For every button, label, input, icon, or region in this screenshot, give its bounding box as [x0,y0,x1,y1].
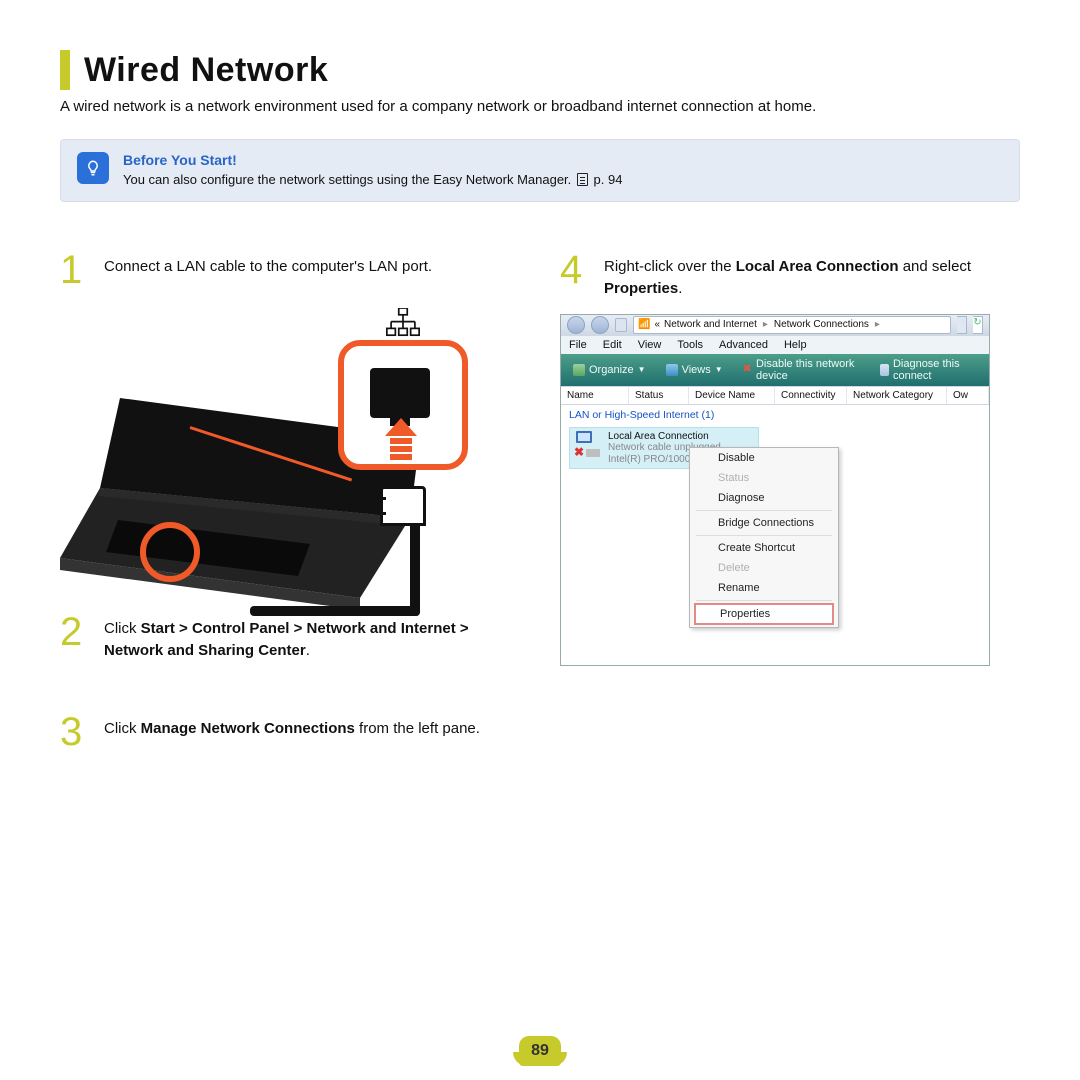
column-headers: Name Status Device Name Connectivity Net… [561,386,989,405]
step-3: 3 Click Manage Network Connections from … [60,718,520,752]
col-owner[interactable]: Ow [947,387,989,404]
menu-bar: File Edit View Tools Advanced Help [561,335,989,354]
toolbar-views[interactable]: Views▼ [660,363,729,377]
step-1: 1 Connect a LAN cable to the computer's … [60,256,520,290]
info-callout: Before You Start! You can also configure… [60,139,1020,202]
nav-history-dropdown[interactable] [615,318,627,332]
step-text: Click Manage Network Connections from th… [104,718,480,752]
step-number: 2 [60,612,90,662]
ctx-status: Status [690,468,838,488]
network-connections-window: 📶 « Network and Internet▸ Network Connec… [560,314,990,666]
group-header: LAN or High-Speed Internet (1) [569,409,981,421]
rj45-plug-icon [380,486,430,542]
col-name[interactable]: Name [561,387,629,404]
step-number: 1 [60,250,90,290]
toolbar-disable-device[interactable]: Disable this network device [737,357,866,383]
ctx-delete: Delete [690,558,838,578]
window-nav-bar: 📶 « Network and Internet▸ Network Connec… [561,315,989,335]
connection-name: Local Area Connection [608,431,721,443]
page-title: Wired Network [84,51,328,90]
arrow-up-icon [390,418,412,460]
ctx-properties[interactable]: Properties [694,603,834,625]
organize-icon [573,364,585,376]
connection-icon: ✖ [574,431,602,457]
refresh-button[interactable]: ↻ [973,316,983,334]
toolbar-diagnose[interactable]: Diagnose this connect [874,357,983,383]
lightbulb-icon [77,152,109,184]
context-menu: Disable Status Diagnose Bridge Connectio… [689,447,839,628]
col-status[interactable]: Status [629,387,689,404]
step-number: 4 [560,250,590,300]
menu-file[interactable]: File [569,339,587,351]
step-text: Connect a LAN cable to the computer's LA… [104,256,432,290]
step-2: 2 Click Start > Control Panel > Network … [60,618,520,662]
disable-icon [743,364,752,376]
nav-back-button[interactable] [567,316,585,334]
ctx-create-shortcut[interactable]: Create Shortcut [690,538,838,558]
step-text: Right-click over the Local Area Connecti… [604,256,1020,300]
step-number: 3 [60,712,90,752]
menu-view[interactable]: View [638,339,662,351]
menu-edit[interactable]: Edit [603,339,622,351]
col-connectivity[interactable]: Connectivity [775,387,847,404]
page-subtitle: A wired network is a network environment… [60,98,1020,115]
document-icon [577,173,588,186]
ctx-diagnose[interactable]: Diagnose [690,488,838,508]
nav-forward-button[interactable] [591,316,609,334]
step-4: 4 Right-click over the Local Area Connec… [560,256,1020,300]
address-dropdown[interactable] [957,316,967,334]
ctx-disable[interactable]: Disable [690,448,838,468]
network-icon [386,308,420,339]
col-device[interactable]: Device Name [689,387,775,404]
step-text: Click Start > Control Panel > Network an… [104,618,520,662]
col-category[interactable]: Network Category [847,387,947,404]
ctx-rename[interactable]: Rename [690,578,838,598]
toolbar: Organize▼ Views▼ Disable this network de… [561,354,989,386]
page-title-row: Wired Network [60,50,1020,90]
ctx-bridge[interactable]: Bridge Connections [690,513,838,533]
lan-port-highlight-circle [140,522,200,582]
lan-port-zoom [338,340,468,470]
info-text: You can also configure the network setti… [123,172,622,187]
menu-help[interactable]: Help [784,339,807,351]
lan-illustration [60,308,500,618]
title-accent-bar [60,50,70,90]
folder-icon: 📶 [638,319,650,330]
address-bar[interactable]: 📶 « Network and Internet▸ Network Connec… [633,316,951,334]
diagnose-icon [880,364,889,376]
page-number-badge: 89 [519,1036,561,1066]
menu-tools[interactable]: Tools [677,339,703,351]
window-content: LAN or High-Speed Internet (1) ✖ Local A… [561,405,989,665]
info-heading: Before You Start! [123,152,622,168]
menu-advanced[interactable]: Advanced [719,339,768,351]
toolbar-organize[interactable]: Organize▼ [567,363,652,377]
error-x-icon: ✖ [574,445,586,457]
views-icon [666,364,678,376]
